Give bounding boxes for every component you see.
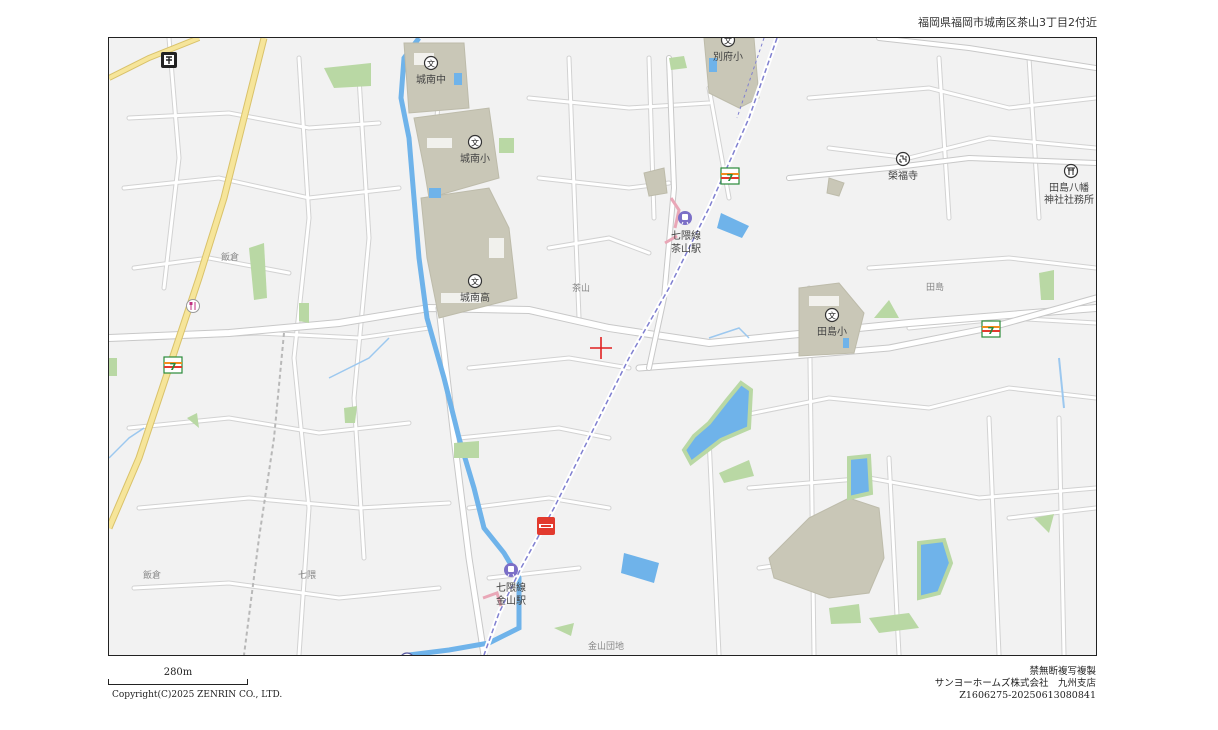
school-icon-tashima-sho[interactable]: 文 xyxy=(824,307,840,323)
school-icon-jonan-chu[interactable]: 文 xyxy=(423,55,439,71)
svg-text:文: 文 xyxy=(828,311,836,321)
shrine-icon[interactable] xyxy=(1063,163,1079,179)
scale-bar-graphic xyxy=(108,679,248,685)
subway-station-icon-kanayama[interactable] xyxy=(504,563,518,577)
scale-bar: 280m xyxy=(108,667,248,687)
no-copy-notice: 禁無断複写複製 xyxy=(1029,666,1096,677)
svg-text:7: 7 xyxy=(727,173,734,184)
scale-label: 280m xyxy=(163,667,193,678)
label-kanayama-danchi: 金山団地 xyxy=(588,640,624,652)
label-tashima: 田島 xyxy=(926,281,944,293)
label-iikura-1: 飯倉 xyxy=(221,251,239,263)
restaurant-icon[interactable] xyxy=(186,299,200,313)
svg-text:文: 文 xyxy=(427,59,435,69)
label-tashima-sho: 田島小 xyxy=(817,325,847,338)
label-eifukuji: 榮福寺 xyxy=(888,169,918,182)
post-office-icon[interactable] xyxy=(161,52,177,68)
label-iikura-2: 飯倉 xyxy=(143,569,161,581)
label-jonan-ko: 城南高 xyxy=(460,291,490,304)
label-chayama-station-name: 茶山駅 xyxy=(671,242,701,255)
label-tashima-hachiman-2: 神社社務所 xyxy=(1044,193,1094,206)
temple-icon[interactable] xyxy=(895,151,911,167)
label-nanakuma: 七隈 xyxy=(298,570,316,581)
label-kanayama-station-line: 七隈線 xyxy=(496,581,526,594)
label-tashima-hachiman-1: 田島八幡 xyxy=(1049,181,1089,194)
svg-text:文: 文 xyxy=(471,138,479,148)
school-icon-beppu-sho[interactable]: 文 xyxy=(720,38,736,48)
map-canvas[interactable]: 文 城南中 文 城南小 文 城南高 文 別府小 七隈線 茶山駅 七隈線 金山駅 … xyxy=(109,38,1096,655)
school-icon-jonan-ko[interactable]: 文 xyxy=(467,273,483,289)
svg-text:文: 文 xyxy=(724,38,732,46)
label-chayama: 茶山 xyxy=(572,282,590,294)
convenience-store-icon-1[interactable]: 7 xyxy=(720,167,740,185)
copyright-text: Copyright(C)2025 ZENRIN CO., LTD. xyxy=(112,690,283,700)
shop-icon[interactable] xyxy=(537,517,555,535)
svg-text:7: 7 xyxy=(170,362,177,373)
map-view[interactable]: 文 城南中 文 城南小 文 城南高 文 別府小 七隈線 茶山駅 七隈線 金山駅 … xyxy=(108,37,1097,656)
svg-text:7: 7 xyxy=(988,326,995,337)
subway-station-icon-chayama[interactable] xyxy=(678,211,692,225)
document-id: Z1606275-20250613080841 xyxy=(959,690,1096,701)
svg-text:文: 文 xyxy=(471,277,479,287)
address-header: 福岡県福岡市城南区茶山3丁目2付近 xyxy=(918,16,1097,29)
company-name: サンヨーホームズ株式会社 九州支店 xyxy=(934,678,1096,689)
label-chayama-station-line: 七隈線 xyxy=(671,229,701,242)
label-jonan-chu: 城南中 xyxy=(416,73,446,86)
label-kanayama-station-name: 金山駅 xyxy=(496,594,526,607)
footer-credits: 禁無断複写複製 サンヨーホームズ株式会社 九州支店 Z1606275-20250… xyxy=(700,666,1096,702)
school-icon-jonan-sho[interactable]: 文 xyxy=(467,134,483,150)
convenience-store-icon-2[interactable]: 7 xyxy=(981,320,1001,338)
convenience-store-icon-3[interactable]: 7 xyxy=(163,356,183,374)
label-beppu-sho: 別府小 xyxy=(713,50,743,63)
label-jonan-sho: 城南小 xyxy=(460,152,490,165)
